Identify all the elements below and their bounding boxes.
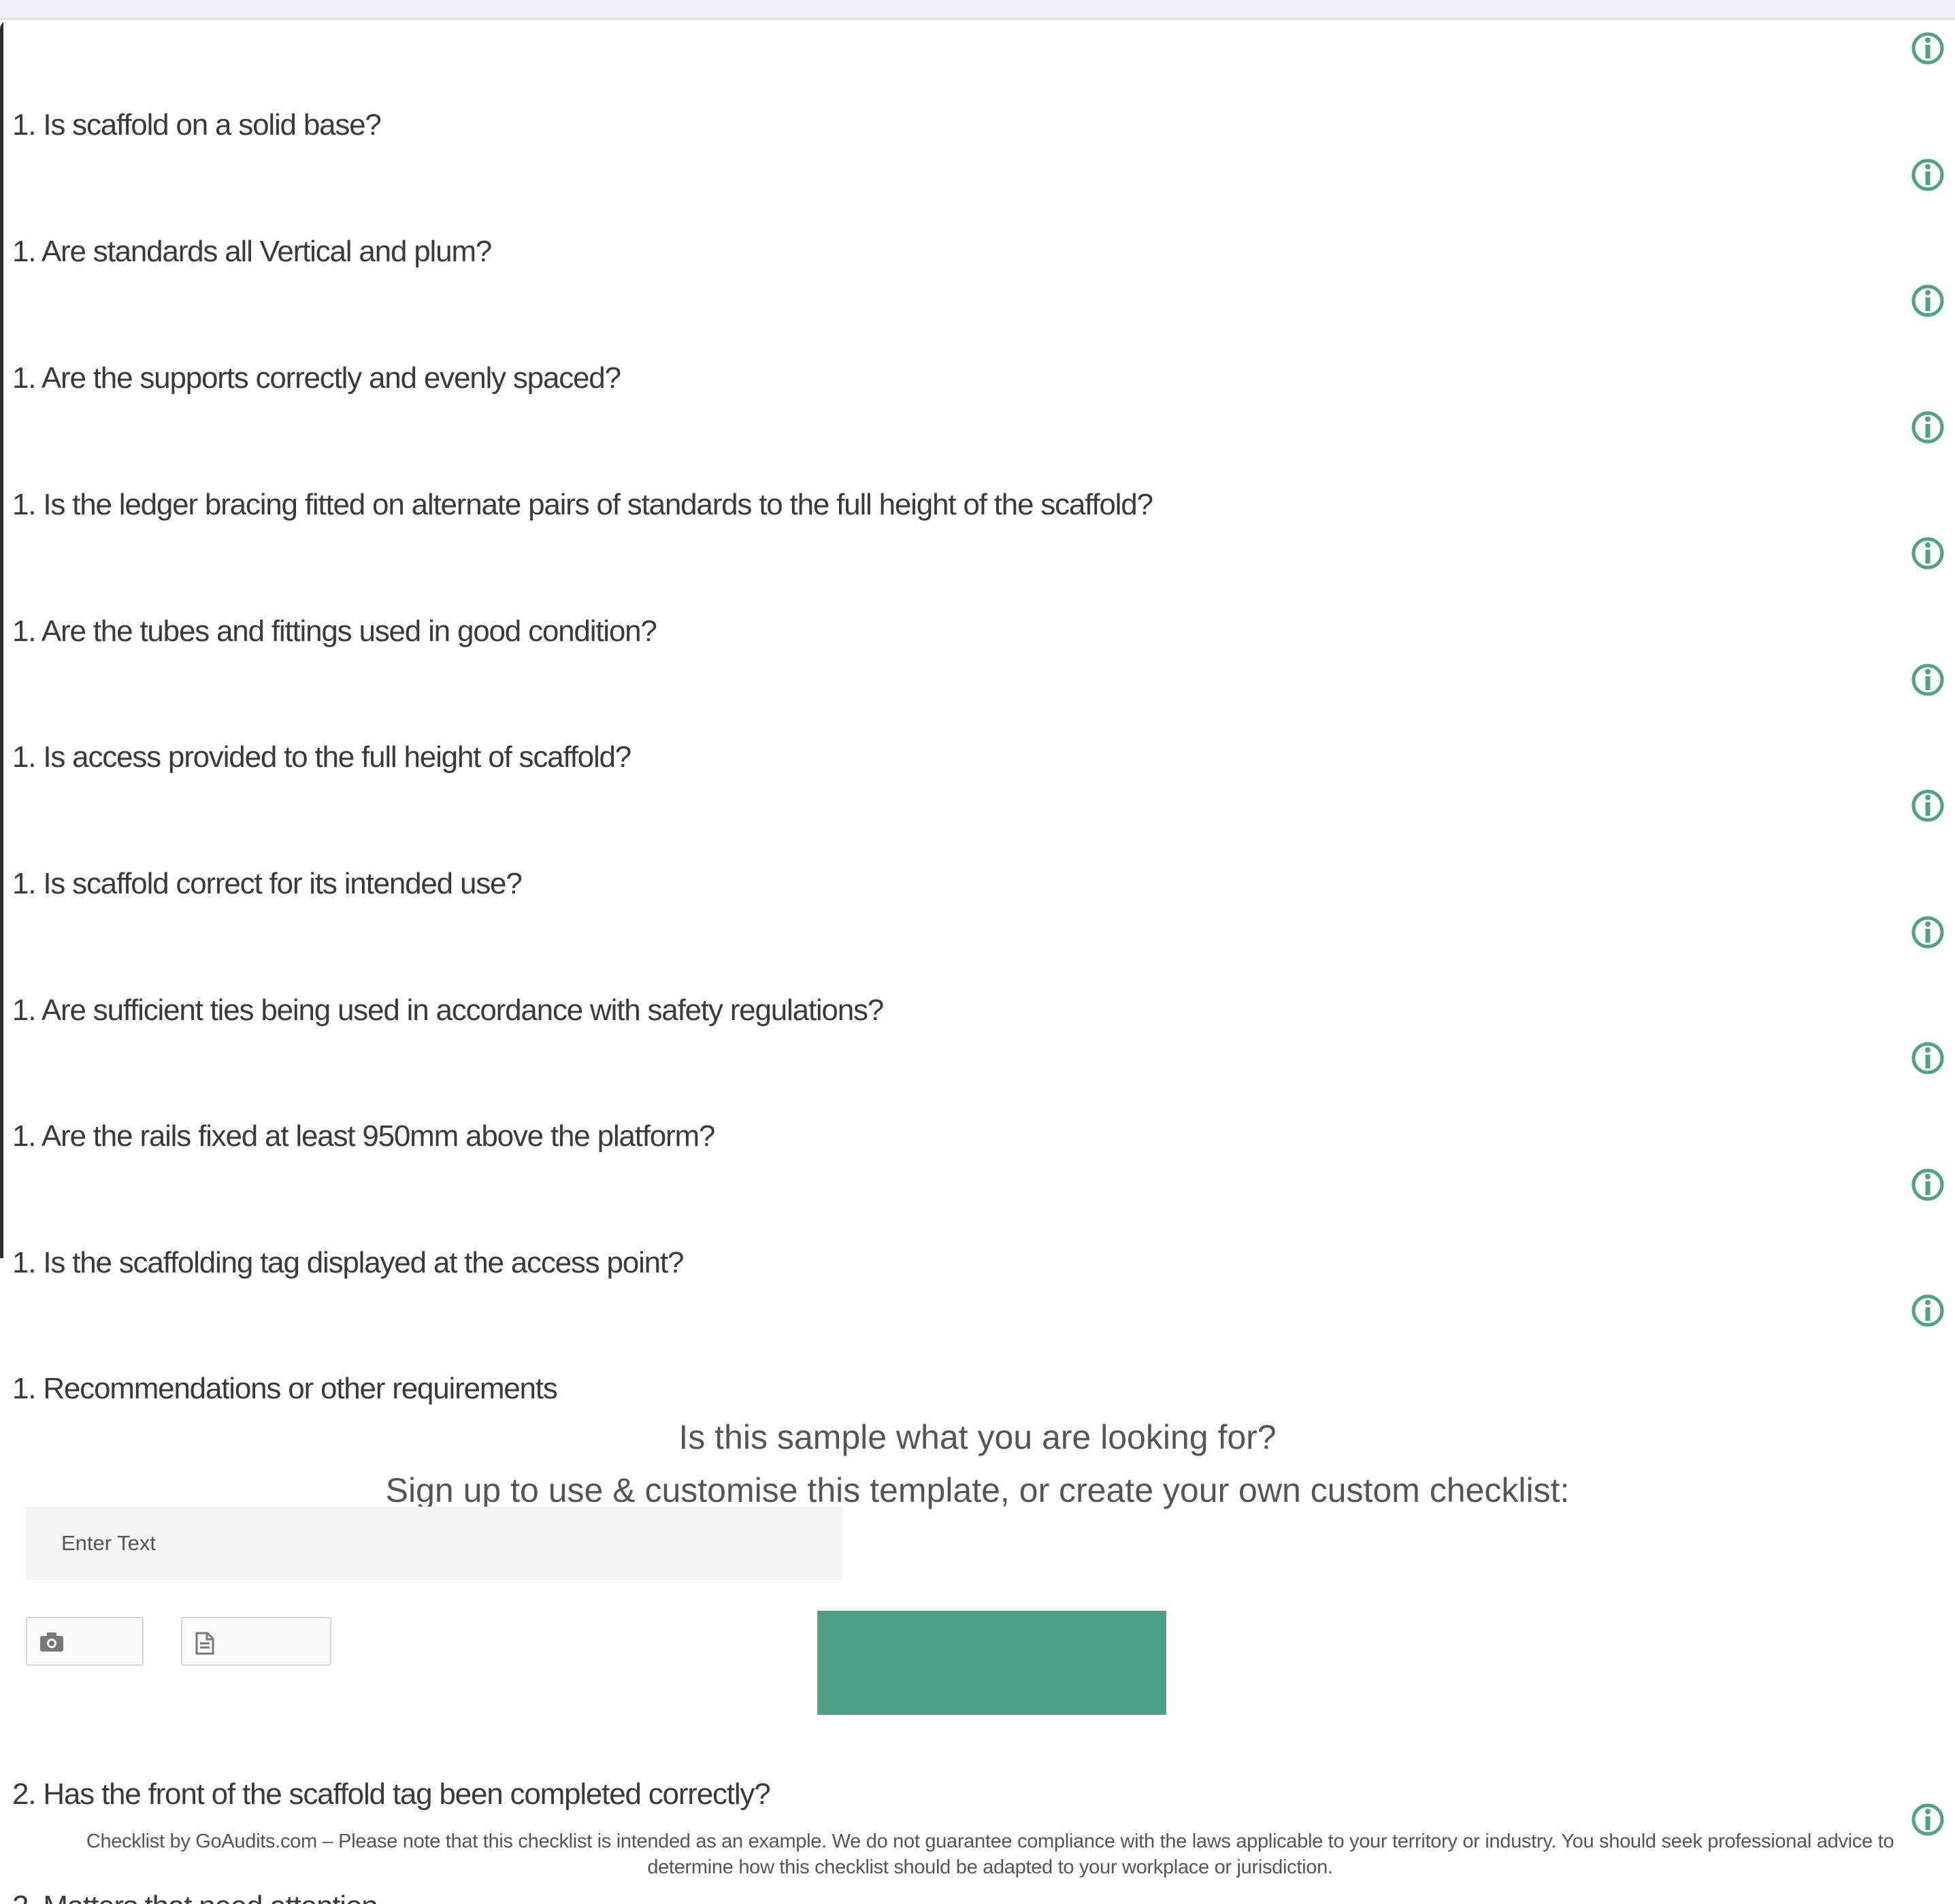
question-label: 1. Are sufficient ties being used in acc… bbox=[12, 994, 884, 1027]
info-icon[interactable] bbox=[1911, 1168, 1945, 1202]
promo-subline: Sign up to use & customise this template… bbox=[385, 1471, 1570, 1509]
info-icon[interactable] bbox=[1911, 1041, 1945, 1075]
promo-headline: Is this sample what you are looking for? bbox=[678, 1418, 1277, 1456]
info-icon[interactable] bbox=[1911, 158, 1945, 192]
info-icon[interactable] bbox=[1911, 536, 1945, 570]
info-icon[interactable] bbox=[1911, 789, 1945, 823]
add-file-button[interactable] bbox=[181, 1617, 331, 1666]
question-label: 1. Recommendations or other requirements bbox=[12, 1372, 558, 1405]
question-label: 1. Are the tubes and fittings used in go… bbox=[12, 614, 657, 648]
question-label: 2. Matters that need attention bbox=[12, 1888, 378, 1904]
question-label: 1. Are the rails fixed at least 950mm ab… bbox=[12, 1119, 715, 1153]
question-label: 1. Are standards all Vertical and plum? bbox=[12, 235, 492, 268]
info-icon[interactable] bbox=[1911, 1803, 1945, 1837]
info-icon[interactable] bbox=[1911, 915, 1945, 949]
question-label: 1. Is scaffold on a solid base? bbox=[12, 108, 382, 142]
question-label: 2. Has the front of the scaffold tag bee… bbox=[12, 1777, 771, 1811]
sign-up-button[interactable] bbox=[817, 1611, 1166, 1715]
recommendations-text-input[interactable] bbox=[26, 1507, 842, 1580]
disclaimer-text: Checklist by GoAudits.com – Please note … bbox=[86, 1831, 1894, 1878]
question-label: 1. Is the ledger bracing fitted on alter… bbox=[12, 488, 1153, 521]
info-icon[interactable] bbox=[1911, 31, 1945, 65]
question-label: 1. Is the scaffolding tag displayed at t… bbox=[12, 1246, 684, 1279]
add-photo-button[interactable] bbox=[26, 1617, 144, 1666]
question-label: 1. Are the supports correctly and evenly… bbox=[12, 361, 621, 395]
info-icon[interactable] bbox=[1911, 284, 1945, 318]
question-label: 1. Is access provided to the full height… bbox=[12, 740, 631, 774]
info-icon[interactable] bbox=[1911, 410, 1945, 444]
checklist-page: 1. Is scaffold on a solid base? 1. Are s… bbox=[0, 20, 1955, 1904]
section-indicator-bar bbox=[0, 20, 3, 1258]
info-icon[interactable] bbox=[1911, 1294, 1945, 1328]
question-label: 1. Is scaffold correct for its intended … bbox=[12, 867, 523, 900]
browser-top-bar bbox=[0, 0, 1955, 20]
info-icon[interactable] bbox=[1911, 663, 1945, 697]
